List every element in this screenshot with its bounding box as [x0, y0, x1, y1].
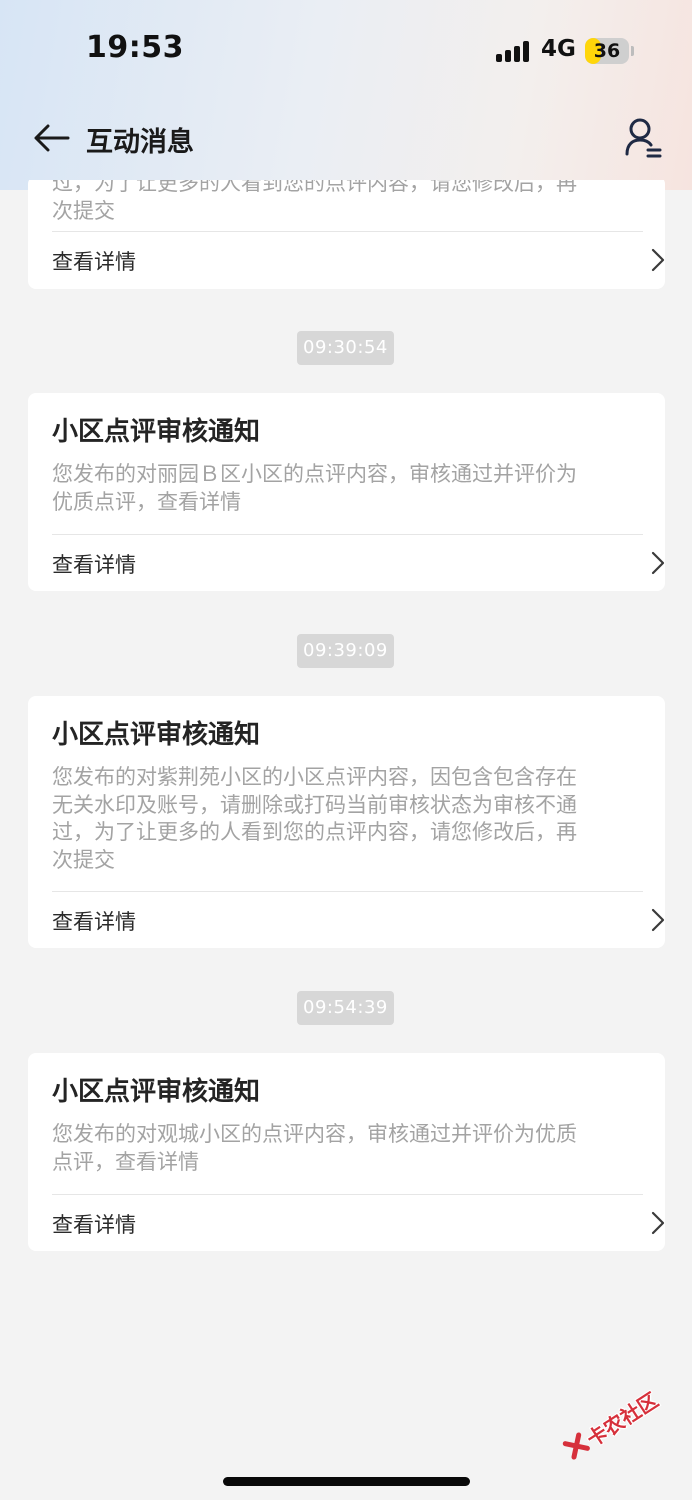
- cellular-signal-icon: [496, 40, 532, 62]
- view-details-button[interactable]: 查看详情: [52, 535, 665, 591]
- chevron-right-icon: [651, 248, 665, 272]
- body-line: 您发布的对丽园Ｂ区小区的点评内容，审核通过并评价为: [52, 462, 577, 486]
- message-card-title: 小区点评审核通知: [52, 1077, 261, 1107]
- view-details-button[interactable]: 查看详情: [52, 892, 665, 948]
- back-button[interactable]: [28, 116, 76, 160]
- body-line: 无关水印及账号，请删除或打码当前审核状态为审核不通: [52, 792, 577, 817]
- battery-percentage: 36: [593, 40, 621, 62]
- message-card: 小区点评审核通知 您发布的对紫荆苑小区的小区点评内容，因包含包含存在 无关水印及…: [28, 696, 665, 948]
- view-details-button[interactable]: 查看详情: [52, 232, 665, 288]
- view-details-label: 查看详情: [52, 250, 136, 274]
- message-card-title: 小区点评审核通知: [52, 417, 261, 447]
- status-bar: 19:53 4G 36: [0, 0, 692, 100]
- body-line: 过，为了让更多的人看到您的点评内容，请您修改后，再: [52, 180, 577, 195]
- user-settings-button[interactable]: [622, 114, 666, 164]
- message-card-body: 过，为了让更多的人看到您的点评内容，请您修改后，再 次提交: [52, 180, 644, 225]
- body-line: 过，为了让更多的人看到您的点评内容，请您修改后，再: [52, 820, 577, 844]
- message-card-body: 您发布的对丽园Ｂ区小区的点评内容，审核通过并评价为 优质点评，查看详情: [52, 461, 644, 516]
- view-details-button[interactable]: 查看详情: [52, 1195, 665, 1251]
- view-details-label: 查看详情: [52, 553, 136, 577]
- navigation-bar: 互动消息: [0, 100, 692, 180]
- body-line: 次提交: [52, 198, 115, 223]
- message-card-title: 小区点评审核通知: [52, 720, 261, 750]
- message-card-body: 您发布的对紫荆苑小区的小区点评内容，因包含包含存在 无关水印及账号，请删除或打码…: [52, 764, 644, 874]
- battery-icon: 36: [585, 38, 629, 64]
- chevron-right-icon: [651, 1211, 665, 1235]
- page-title: 互动消息: [86, 127, 194, 158]
- view-details-label: 查看详情: [52, 910, 136, 934]
- timestamp-badge: 09:30:54: [297, 331, 394, 365]
- user-settings-icon: [625, 118, 662, 158]
- body-line: 您发布的对紫荆苑小区的小区点评内容，因包含包含存在: [52, 765, 577, 789]
- view-details-label: 查看详情: [52, 1213, 136, 1237]
- body-line: 您发布的对观城小区的点评内容，审核通过并评价为优质: [52, 1122, 577, 1146]
- message-list: 过，为了让更多的人看到您的点评内容，请您修改后，再 次提交 查看详情 09:30…: [0, 180, 692, 1500]
- body-line: 次提交: [52, 847, 115, 872]
- network-type: 4G: [541, 36, 576, 62]
- message-card: 过，为了让更多的人看到您的点评内容，请您修改后，再 次提交 查看详情: [28, 180, 665, 289]
- timestamp-badge: 09:54:39: [297, 991, 394, 1025]
- status-time: 19:53: [86, 30, 184, 65]
- home-indicator[interactable]: [223, 1477, 470, 1486]
- timestamp-badge: 09:39:09: [297, 634, 394, 668]
- body-line: 优质点评，查看详情: [52, 489, 241, 514]
- message-card: 小区点评审核通知 您发布的对丽园Ｂ区小区的点评内容，审核通过并评价为 优质点评，…: [28, 393, 665, 591]
- arrow-left-icon: [34, 124, 70, 152]
- battery-tip: [631, 46, 634, 56]
- message-card: 小区点评审核通知 您发布的对观城小区的点评内容，审核通过并评价为优质 点评，查看…: [28, 1053, 665, 1251]
- body-line: 点评，查看详情: [52, 1149, 199, 1174]
- chevron-right-icon: [651, 908, 665, 932]
- message-card-body: 您发布的对观城小区的点评内容，审核通过并评价为优质 点评，查看详情: [52, 1121, 644, 1176]
- chevron-right-icon: [651, 551, 665, 575]
